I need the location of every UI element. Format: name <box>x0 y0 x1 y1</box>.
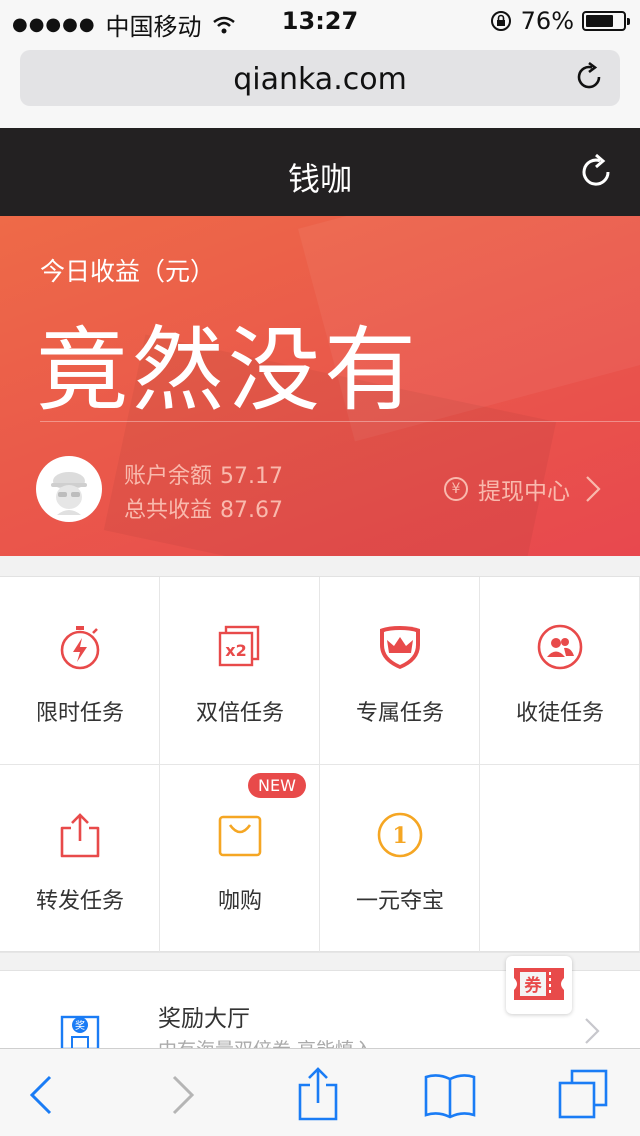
total-earnings-label: 总共收益 <box>124 498 213 523</box>
coupon-floating-button[interactable]: 券 <box>506 956 572 1014</box>
task-exclusive[interactable]: 专属任务 <box>320 577 480 765</box>
balance-value: 57.17 <box>220 464 283 489</box>
reward-icon-text: 奖 <box>75 1019 85 1032</box>
battery-icon <box>582 11 630 31</box>
user-avatar-icon <box>39 459 99 519</box>
rotation-lock-icon <box>490 11 511 31</box>
share-icon[interactable] <box>290 1067 346 1123</box>
back-icon[interactable] <box>14 1067 70 1123</box>
task-grid: 限时任务 x2 双倍任务 专属任务 收徒任务 转发任务 NEW 咖购 1 一元夺… <box>0 576 640 953</box>
app-header: 钱咖 <box>0 128 640 216</box>
task-label: 双倍任务 <box>195 701 284 726</box>
tabs-icon[interactable] <box>556 1067 612 1123</box>
withdraw-center-link[interactable]: ¥ 提现中心 <box>444 472 602 506</box>
battery-percent: 76% <box>520 7 574 35</box>
task-label: 限时任务 <box>35 701 124 726</box>
today-earnings-label: 今日收益（元） <box>40 257 216 286</box>
task-label: 收徒任务 <box>515 701 604 726</box>
reload-icon[interactable] <box>572 60 606 94</box>
task-label: 咖购 <box>217 889 262 914</box>
account-summary: 账户余额 57.17 总共收益 87.67 <box>124 460 283 528</box>
bookmarks-icon[interactable] <box>422 1067 478 1123</box>
coin-icon-text: 1 <box>392 823 407 849</box>
chevron-right-icon <box>586 476 601 502</box>
withdraw-label: 提现中心 <box>478 479 570 505</box>
balance-label: 账户余额 <box>124 464 213 489</box>
total-earnings-value: 87.67 <box>220 498 283 523</box>
task-share[interactable]: 转发任务 <box>0 765 160 953</box>
stopwatch-icon <box>60 626 100 670</box>
url-field[interactable]: qianka.com <box>20 50 620 106</box>
task-shopping[interactable]: NEW 咖购 <box>160 765 320 953</box>
task-label: 一元夺宝 <box>355 889 444 914</box>
divider <box>40 421 640 422</box>
crown-shield-icon <box>380 626 420 669</box>
task-one-yuan[interactable]: 1 一元夺宝 <box>320 765 480 953</box>
task-apprentice[interactable]: 收徒任务 <box>480 577 640 765</box>
refresh-icon[interactable] <box>576 152 616 192</box>
chevron-right-icon <box>585 1018 600 1044</box>
coupon-icon-text: 券 <box>524 975 543 996</box>
shopping-bag-icon <box>218 815 262 857</box>
double-icon-text: x2 <box>225 641 246 660</box>
browser-toolbar <box>0 1048 640 1136</box>
coin-icon: 1 <box>377 812 423 858</box>
status-bar: ●●●●● 中国移动 13:27 76% <box>0 0 640 41</box>
earnings-panel: 今日收益（元） 竟然没有 账户余额 57.17 总共收益 87.67 ¥ 提现中心 <box>0 216 640 556</box>
share-icon <box>60 813 100 858</box>
coupon-icon: 券 <box>514 968 564 1000</box>
empty-cell <box>480 765 640 953</box>
reward-store-icon: 奖 <box>60 1015 100 1049</box>
reward-hall-title: 奖励大厅 <box>158 1006 250 1032</box>
url-text: qianka.com <box>233 62 407 97</box>
forward-icon[interactable] <box>154 1067 210 1123</box>
yen-icon: ¥ <box>444 477 468 501</box>
today-earnings-value: 竟然没有 <box>36 317 421 424</box>
task-label: 转发任务 <box>35 889 124 914</box>
double-icon: x2 <box>218 625 260 667</box>
task-label: 专属任务 <box>355 701 444 726</box>
apprentice-icon <box>537 624 583 670</box>
new-badge: NEW <box>248 773 306 798</box>
task-limited-time[interactable]: 限时任务 <box>0 577 160 765</box>
task-double[interactable]: x2 双倍任务 <box>160 577 320 765</box>
browser-address-bar: qianka.com <box>0 40 640 128</box>
avatar[interactable] <box>36 456 102 522</box>
page-title: 钱咖 <box>287 160 352 198</box>
